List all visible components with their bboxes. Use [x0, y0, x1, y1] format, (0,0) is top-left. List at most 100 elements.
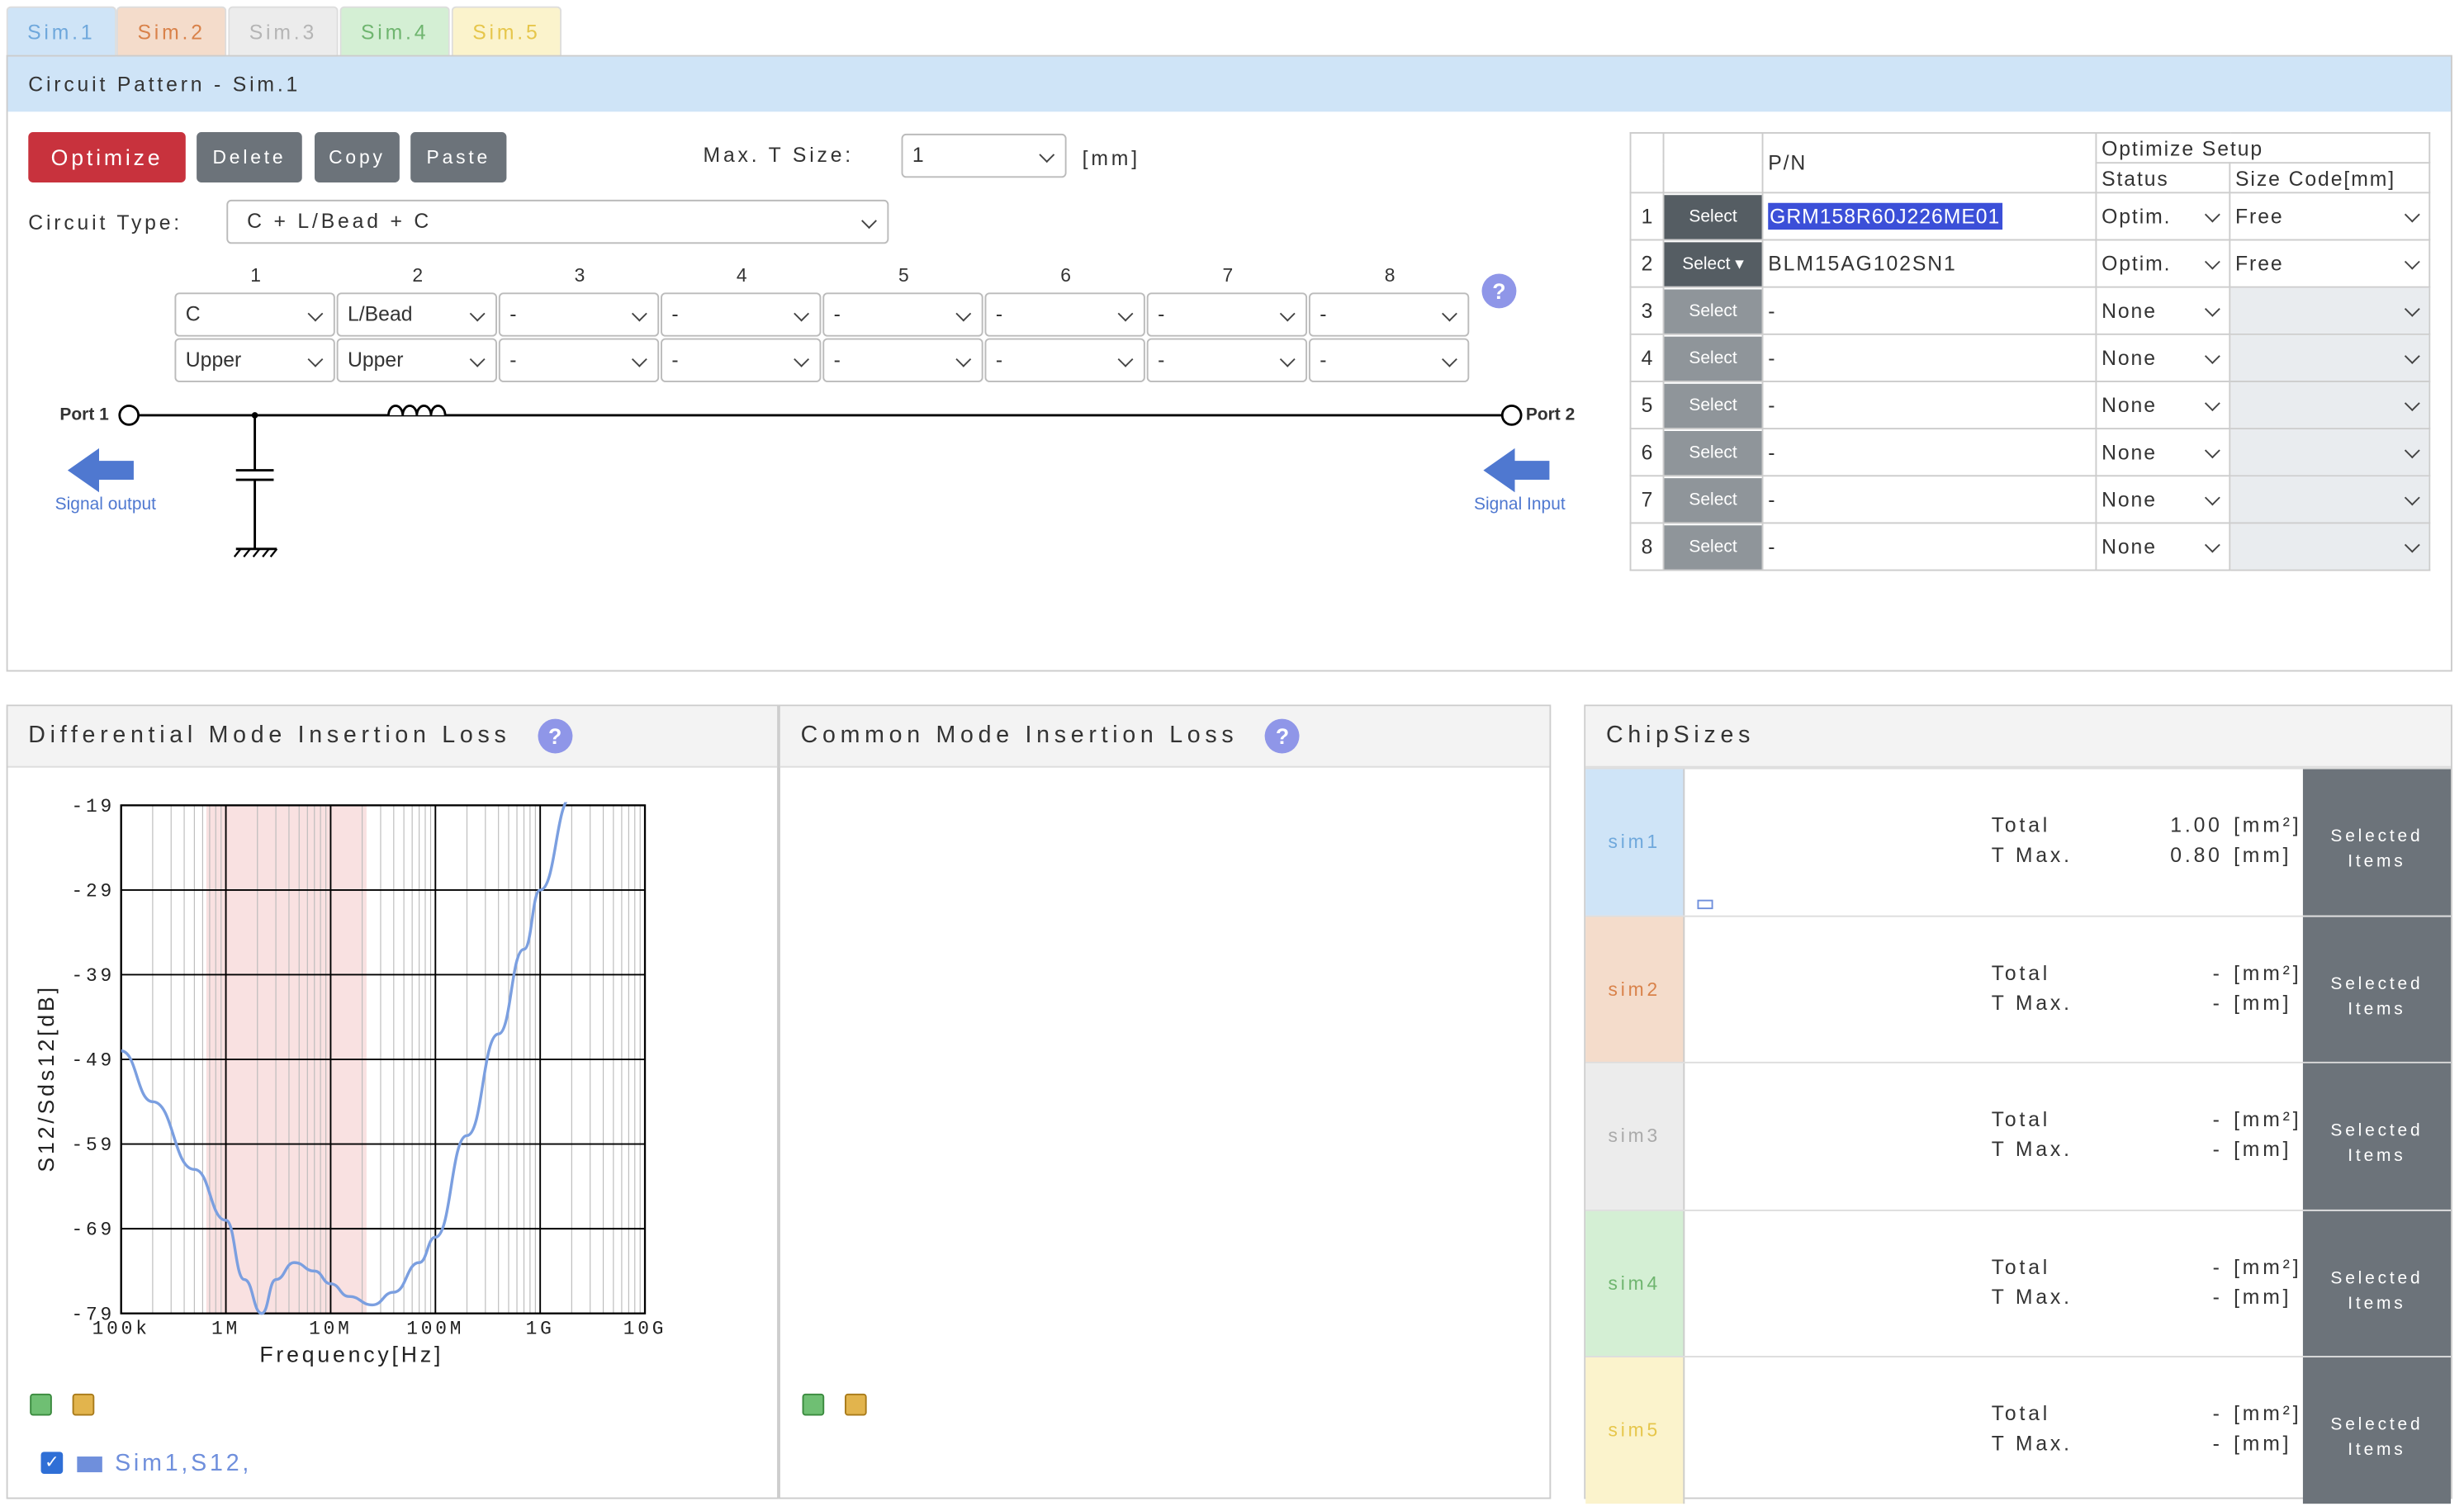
- port1-terminal-icon: [118, 405, 140, 426]
- status-select[interactable]: None: [2102, 524, 2225, 568]
- table-row: 5 Select - None: [1629, 381, 2431, 430]
- part-number[interactable]: -: [1768, 299, 1775, 323]
- tab-sim1[interactable]: Sim.1: [6, 6, 116, 57]
- component-select-5[interactable]: -: [822, 292, 983, 337]
- position-select-6[interactable]: -: [984, 338, 1145, 382]
- column-number: 2: [412, 264, 424, 287]
- status-value: None: [2102, 345, 2157, 369]
- select-part-button-1[interactable]: Select: [1664, 194, 1762, 239]
- select-part-button-3[interactable]: Select: [1664, 288, 1762, 333]
- total-value: -: [2212, 960, 2223, 985]
- circuit-help-icon[interactable]: ?: [1481, 273, 1517, 309]
- status-select[interactable]: None: [2102, 477, 2225, 521]
- position-select-1[interactable]: Upper: [174, 338, 335, 382]
- status-select[interactable]: Optim.: [2102, 194, 2225, 238]
- chip-sim-name: sim4: [1585, 1210, 1685, 1358]
- status-select[interactable]: None: [2102, 289, 2225, 333]
- y-tick-label: -49: [71, 1050, 115, 1072]
- selected-items-button[interactable]: Selected Items: [2302, 1210, 2451, 1358]
- position-value: -: [1158, 348, 1165, 372]
- size-code-select[interactable]: [2235, 477, 2424, 521]
- tmax-value: -: [2212, 1137, 2223, 1161]
- position-select-7[interactable]: -: [1146, 338, 1308, 382]
- select-part-button-8[interactable]: Select: [1664, 524, 1762, 569]
- part-number[interactable]: -: [1768, 440, 1775, 464]
- status-value: None: [2102, 392, 2157, 416]
- table-row: 2 Select ▾ BLM15AG102SN1 Optim. Free: [1629, 239, 2431, 288]
- selected-items-button[interactable]: Selected Items: [2302, 917, 2451, 1063]
- component-select-7[interactable]: -: [1146, 292, 1308, 337]
- copy-button[interactable]: Copy: [315, 132, 400, 182]
- select-part-button-5[interactable]: Select: [1664, 382, 1762, 428]
- tab-sim2[interactable]: Sim.2: [116, 6, 227, 57]
- select-part-button-6[interactable]: Select: [1664, 430, 1762, 475]
- row-number: 8: [1629, 522, 1665, 571]
- component-select-2[interactable]: L/Bead: [336, 292, 497, 337]
- x-tick-label: 1M: [211, 1318, 240, 1339]
- capacitor-icon: [235, 414, 274, 549]
- position-select-3[interactable]: -: [498, 338, 660, 382]
- status-select[interactable]: Optim.: [2102, 241, 2225, 285]
- size-code-select[interactable]: [2235, 430, 2424, 474]
- tab-sim3[interactable]: Sim.3: [228, 6, 339, 57]
- export-data-icon[interactable]: [802, 1393, 825, 1416]
- selected-items-button[interactable]: Selected Items: [2302, 769, 2451, 916]
- position-select-5[interactable]: -: [822, 338, 983, 382]
- part-number[interactable]: -: [1768, 488, 1775, 512]
- part-number[interactable]: -: [1768, 535, 1775, 559]
- selected-items-button[interactable]: Selected Items: [2302, 1357, 2451, 1504]
- pn-header: P/N: [1761, 132, 2097, 194]
- export-data-icon[interactable]: [30, 1393, 52, 1416]
- part-number[interactable]: BLM15AG102SN1: [1768, 252, 1957, 276]
- max-t-size-select[interactable]: 1: [901, 133, 1067, 178]
- position-select-4[interactable]: -: [661, 338, 822, 382]
- component-value: -: [995, 301, 1003, 326]
- delete-button[interactable]: Delete: [197, 132, 302, 182]
- max-t-size-value: 1: [912, 143, 924, 167]
- export-image-icon[interactable]: [844, 1393, 867, 1416]
- total-value: 1.00: [2170, 812, 2223, 837]
- chip-sizes-header: ChipSizes: [1585, 706, 2451, 768]
- status-select[interactable]: None: [2102, 336, 2225, 380]
- legend-checkbox[interactable]: ✓: [40, 1452, 64, 1474]
- size-code-select[interactable]: [2235, 524, 2424, 568]
- position-value: -: [995, 348, 1003, 372]
- position-select-8[interactable]: -: [1308, 338, 1470, 382]
- component-select-6[interactable]: -: [984, 292, 1145, 337]
- selected-items-button[interactable]: Selected Items: [2302, 1063, 2451, 1210]
- export-image-icon[interactable]: [72, 1393, 95, 1416]
- tab-sim4[interactable]: Sim.4: [339, 6, 450, 57]
- status-header: Status: [2095, 162, 2231, 194]
- part-number[interactable]: GRM158R60J226ME01: [1768, 202, 2002, 230]
- component-select-4[interactable]: -: [661, 292, 822, 337]
- size-code-select[interactable]: [2235, 383, 2424, 427]
- select-part-button-2[interactable]: Select ▾: [1664, 241, 1762, 286]
- dm-help-icon[interactable]: ?: [538, 718, 573, 754]
- cm-help-icon[interactable]: ?: [1265, 718, 1301, 754]
- circuit-type-select[interactable]: C + L/Bead + C: [226, 199, 889, 244]
- component-select-1[interactable]: C: [174, 292, 335, 337]
- differential-mode-panel: Differential Mode Insertion Loss ? -19 -2…: [6, 704, 779, 1499]
- chip-row-sim2: sim2 Total T Max. - - [mm²] [mm] Selecte…: [1585, 915, 2451, 1063]
- status-select[interactable]: None: [2102, 430, 2225, 474]
- component-select-8[interactable]: -: [1308, 292, 1470, 337]
- optimize-button[interactable]: Optimize: [28, 132, 186, 182]
- chip-sizes-panel: ChipSizes sim1 Total T Max. 1.00 0.80 [m…: [1584, 704, 2452, 1504]
- size-code-select[interactable]: [2235, 336, 2424, 380]
- total-value: -: [2212, 1107, 2223, 1131]
- part-number[interactable]: -: [1768, 346, 1775, 370]
- size-code-select[interactable]: [2235, 289, 2424, 333]
- position-select-2[interactable]: Upper: [336, 338, 497, 382]
- chip-row-sim3: sim3 Total T Max. - - [mm²] [mm] Selecte…: [1585, 1061, 2451, 1210]
- select-part-button-4[interactable]: Select: [1664, 335, 1762, 381]
- tab-sim5[interactable]: Sim.5: [451, 6, 562, 57]
- status-select[interactable]: None: [2102, 383, 2225, 427]
- select-part-button-7[interactable]: Select: [1664, 477, 1762, 522]
- paste-button[interactable]: Paste: [410, 132, 507, 182]
- component-select-3[interactable]: -: [498, 292, 660, 337]
- circuit-pattern-panel: Circuit Pattern - Sim.1 Optimize Delete …: [6, 54, 2452, 672]
- size-code-select[interactable]: Free: [2235, 241, 2424, 285]
- part-number[interactable]: -: [1768, 393, 1775, 417]
- size-code-select[interactable]: Free: [2235, 194, 2424, 238]
- total-label: Total: [1991, 1401, 2051, 1425]
